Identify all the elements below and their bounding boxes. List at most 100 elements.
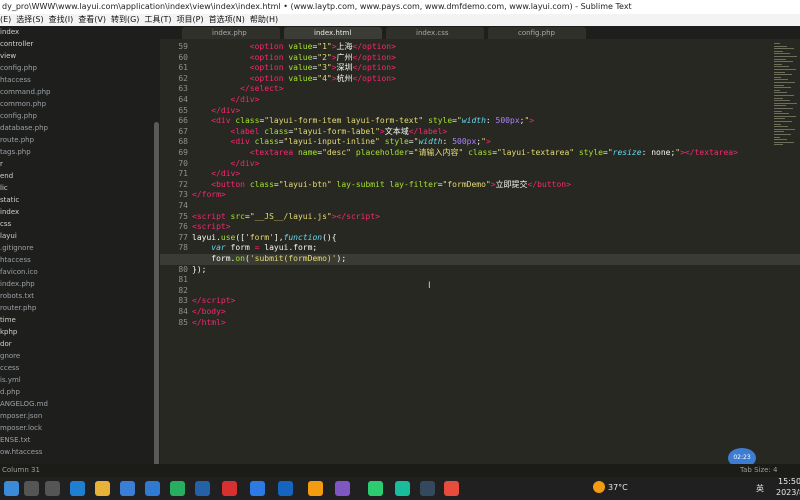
file-item[interactable]: htaccess — [0, 74, 160, 86]
code-line[interactable]: <option value="4">杭州</option> — [192, 74, 396, 85]
folder-item[interactable]: end — [0, 170, 160, 182]
code-line[interactable]: layui.use(['form'],function(){ — [192, 233, 337, 244]
file-item[interactable]: favicon.ico — [0, 266, 160, 278]
tab-size[interactable]: Tab Size: 4 — [740, 464, 777, 477]
file-item[interactable]: ccess — [0, 362, 160, 374]
menu-item[interactable]: 工具(T) — [144, 15, 171, 24]
ime-indicator[interactable]: 英 — [756, 483, 764, 494]
folder-item[interactable]: r — [0, 158, 160, 170]
file-item[interactable]: config.php — [0, 110, 160, 122]
minimap[interactable] — [772, 39, 800, 149]
sidebar-scrollbar[interactable] — [154, 122, 159, 464]
code-line[interactable]: var form = layui.form; — [192, 243, 317, 254]
menu-item[interactable]: 首选项(N) — [209, 15, 245, 24]
file-item[interactable]: ANGELOG.md — [0, 398, 160, 410]
file-explorer-icon[interactable] — [95, 481, 110, 496]
windows-icon[interactable] — [4, 481, 19, 496]
code-line[interactable]: <div class="layui-form-item layui-form-t… — [192, 116, 534, 127]
code-line[interactable]: <option value="3">深圳</option> — [192, 63, 396, 74]
file-item[interactable]: router.php — [0, 302, 160, 314]
code-line[interactable]: </form> — [192, 190, 226, 201]
code-line[interactable]: </script> — [192, 296, 235, 307]
wechat-icon[interactable] — [368, 481, 383, 496]
search-icon[interactable] — [24, 481, 39, 496]
code-line[interactable]: }); — [192, 265, 206, 276]
folder-item[interactable]: index — [0, 26, 160, 38]
code-line[interactable]: </div> — [192, 106, 240, 117]
pycharm-icon[interactable] — [170, 481, 185, 496]
menu-item[interactable]: 查看(V) — [78, 15, 106, 24]
menu-item[interactable]: 查找(I) — [49, 15, 74, 24]
weather-temp[interactable]: 37°C — [608, 483, 628, 492]
menu-item[interactable]: 帮助(H) — [250, 15, 278, 24]
obs-icon[interactable] — [420, 481, 435, 496]
code-line[interactable]: </div> — [192, 95, 260, 106]
folder-item[interactable]: view — [0, 50, 160, 62]
mail-icon[interactable] — [145, 481, 160, 496]
task-view-icon[interactable] — [45, 481, 60, 496]
file-item[interactable]: is.yml — [0, 374, 160, 386]
code-editor[interactable]: 59 60 61 62 63 64 65 66 67 68 69 70 71 72 73 74 75 76 77 78… — [160, 39, 800, 464]
file-item[interactable]: tags.php — [0, 146, 160, 158]
visual-studio-icon[interactable] — [335, 481, 350, 496]
code-line[interactable]: <script> — [192, 222, 231, 233]
store-icon[interactable] — [120, 481, 135, 496]
file-item[interactable]: mposer.json — [0, 410, 160, 422]
file-item[interactable]: route.php — [0, 134, 160, 146]
menu-item[interactable]: 转到(G) — [111, 15, 139, 24]
photoshop-icon[interactable] — [195, 481, 210, 496]
file-item[interactable]: command.php — [0, 86, 160, 98]
feishu-icon[interactable] — [250, 481, 265, 496]
menu-item[interactable]: 项目(P) — [177, 15, 204, 24]
code-line[interactable]: </div> — [192, 169, 240, 180]
tab-index-css[interactable]: index.css — [386, 27, 484, 39]
wps-icon[interactable] — [222, 481, 237, 496]
file-item[interactable]: robots.txt — [0, 290, 160, 302]
folder-item[interactable]: static — [0, 194, 160, 206]
code-line[interactable]: </html> — [192, 318, 226, 329]
qq-icon[interactable] — [395, 481, 410, 496]
tab-index-php[interactable]: index.php — [182, 27, 280, 39]
chrome-icon[interactable] — [444, 481, 459, 496]
code-line[interactable]: <label class="layui-form-label">文本域</lab… — [192, 127, 448, 138]
tab-config-php[interactable]: config.php — [488, 27, 586, 39]
folder-item[interactable]: css — [0, 218, 160, 230]
code-line[interactable]: <textarea name="desc" placeholder="请输入内容… — [192, 148, 738, 159]
file-item[interactable]: d.php — [0, 386, 160, 398]
file-item[interactable]: index.php — [0, 278, 160, 290]
file-item[interactable]: mposer.lock — [0, 422, 160, 434]
code-line[interactable]: </body> — [192, 307, 226, 318]
file-item[interactable]: gnore — [0, 350, 160, 362]
folder-item[interactable]: time — [0, 314, 160, 326]
edge-icon[interactable] — [70, 481, 85, 496]
code-line[interactable]: </select> — [192, 84, 283, 95]
file-item[interactable]: database.php — [0, 122, 160, 134]
file-item[interactable]: common.php — [0, 98, 160, 110]
menu-item[interactable]: 选择(S) — [16, 15, 43, 24]
file-item[interactable]: .gitignore — [0, 242, 160, 254]
clock-time[interactable]: 15:50 — [778, 477, 800, 486]
menu-item[interactable]: (E) — [0, 15, 11, 24]
file-item[interactable]: config.php — [0, 62, 160, 74]
code-line[interactable]: </div> — [192, 159, 260, 170]
folder-item[interactable]: kphp — [0, 326, 160, 338]
folder-item[interactable]: dor — [0, 338, 160, 350]
tab-index-html[interactable]: index.html — [284, 27, 382, 39]
folder-item[interactable]: lic — [0, 182, 160, 194]
p-app-icon[interactable] — [278, 481, 293, 496]
code-line[interactable]: <script src="__JS__/layui.js"></script> — [192, 212, 380, 223]
code-line[interactable]: form.on('submit(formDemo)'); — [192, 254, 346, 265]
folder-item[interactable]: index — [0, 206, 160, 218]
folder-item[interactable]: layui — [0, 230, 160, 242]
file-item[interactable]: ow.htaccess — [0, 446, 160, 458]
code-line[interactable]: <div class="layui-input-inline" style="w… — [192, 137, 491, 148]
file-item[interactable]: htaccess — [0, 254, 160, 266]
code-line[interactable]: <button class="layui-btn" lay-submit lay… — [192, 180, 571, 191]
sublime-icon[interactable] — [308, 481, 323, 496]
code-line[interactable]: <option value="1">上海</option> — [192, 42, 396, 53]
code-line[interactable]: <option value="2">广州</option> — [192, 53, 396, 64]
file-item[interactable]: ENSE.txt — [0, 434, 160, 446]
folder-item[interactable]: controller — [0, 38, 160, 50]
clock-date[interactable]: 2023/8 — [776, 488, 800, 497]
weather-icon[interactable] — [593, 481, 605, 493]
